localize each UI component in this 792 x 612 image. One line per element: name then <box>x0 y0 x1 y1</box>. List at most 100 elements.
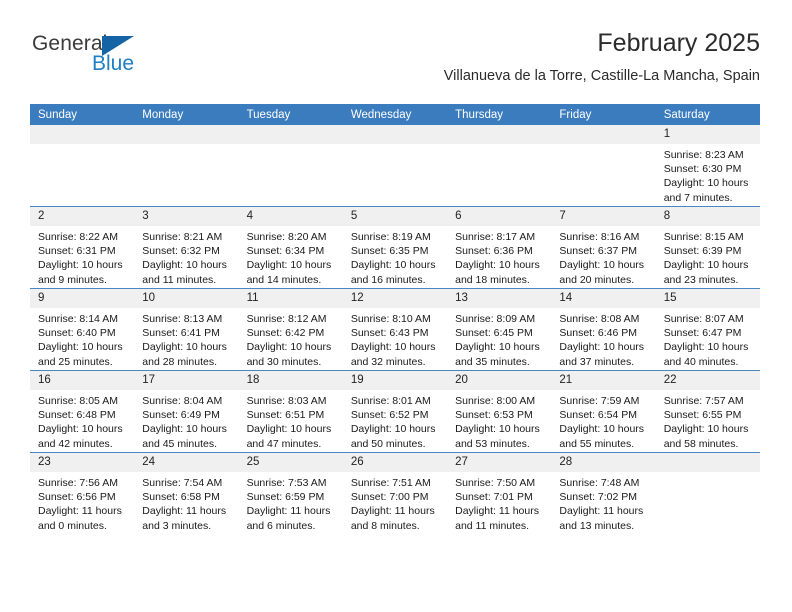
calendar-day-cell[interactable]: 8 Sunrise: 8:15 AM Sunset: 6:39 PM Daylight… <box>655 206 760 289</box>
daylight-text: Daylight: 10 hours and 20 minutes. <box>559 259 645 286</box>
calendar-day-cell[interactable]: 25 Sunrise: 7:53 AM Sunset: 6:59 PM Dayligh… <box>238 452 343 534</box>
sunrise-text: Sunrise: 7:56 AM <box>38 477 118 489</box>
sunrise-text: Sunrise: 8:20 AM <box>246 231 327 243</box>
sunrise-text: Sunrise: 8:23 AM <box>663 149 744 161</box>
calendar-day-cell[interactable]: 20 Sunrise: 8:00 AM Sunset: 6:53 PM Dayligh… <box>447 370 552 453</box>
brand-name-blue: Blue <box>92 52 135 75</box>
daylight-text: Daylight: 10 hours and 47 minutes. <box>246 423 332 450</box>
sunset-text: Sunset: 6:39 PM <box>663 245 742 258</box>
day-details: Sunrise: 8:22 AM Sunset: 6:31 PM Daylight:… <box>30 226 134 287</box>
sunrise-text: Sunrise: 7:59 AM <box>559 395 640 407</box>
calendar-day-cell[interactable]: 11 Sunrise: 8:12 AM Sunset: 6:42 PM Dayligh… <box>238 288 343 371</box>
calendar-day-cell[interactable]: 23 Sunrise: 7:56 AM Sunset: 6:56 PM Dayligh… <box>30 452 135 534</box>
sunrise-text: Sunrise: 8:08 AM <box>559 313 640 325</box>
calendar-day-cell[interactable]: 16 Sunrise: 8:05 AM Sunset: 6:48 PM Dayligh… <box>30 370 135 453</box>
weekday-header-sunday: Sunday <box>30 104 135 125</box>
day-number: 19 <box>342 371 448 390</box>
daylight-text: Daylight: 10 hours and 42 minutes. <box>38 423 123 450</box>
day-number: 1 <box>655 125 760 144</box>
calendar-day-cell[interactable]: 1 Sunrise: 8:23 AM Sunset: 6:30 PM Daylight… <box>655 125 760 207</box>
sunset-text: Sunset: 6:41 PM <box>142 327 220 340</box>
day-details: Sunrise: 7:50 AM Sunset: 7:01 PM Daylight:… <box>447 472 551 533</box>
sunset-text: Sunset: 6:59 PM <box>246 491 325 504</box>
calendar-day-cell[interactable]: 9 Sunrise: 8:14 AM Sunset: 6:40 PM Daylight… <box>30 288 135 371</box>
sunrise-text: Sunrise: 7:57 AM <box>663 395 744 407</box>
daylight-text: Daylight: 11 hours and 11 minutes. <box>455 505 539 532</box>
day-number: 15 <box>655 289 760 308</box>
calendar-day-cell[interactable]: 28 Sunrise: 7:48 AM Sunset: 7:02 PM Dayligh… <box>551 452 656 534</box>
calendar-day-cell[interactable]: 12 Sunrise: 8:10 AM Sunset: 6:43 PM Dayligh… <box>342 288 448 371</box>
daylight-text: Daylight: 11 hours and 13 minutes. <box>559 505 644 532</box>
day-details: Sunrise: 7:57 AM Sunset: 6:55 PM Daylight:… <box>656 390 760 451</box>
daylight-text: Daylight: 10 hours and 35 minutes. <box>455 341 540 368</box>
day-number <box>447 125 552 144</box>
sunrise-text: Sunrise: 7:50 AM <box>455 477 536 489</box>
sunrise-text: Sunrise: 8:17 AM <box>455 231 536 243</box>
sunset-text: Sunset: 6:42 PM <box>246 327 325 340</box>
page-subtitle: Villanueva de la Torre, Castille-La Manc… <box>443 68 760 84</box>
day-details: Sunrise: 8:16 AM Sunset: 6:37 PM Daylight:… <box>551 226 655 287</box>
daylight-text: Daylight: 11 hours and 6 minutes. <box>246 505 331 532</box>
calendar-week-row: 23 Sunrise: 7:56 AM Sunset: 6:56 PM Dayligh… <box>30 452 760 534</box>
sunrise-text: Sunrise: 8:00 AM <box>455 395 536 407</box>
daylight-text: Daylight: 10 hours and 25 minutes. <box>38 341 123 368</box>
weekday-header-friday: Friday <box>551 104 656 125</box>
calendar-day-cell[interactable]: 17 Sunrise: 8:04 AM Sunset: 6:49 PM Dayligh… <box>134 370 239 453</box>
day-number: 24 <box>134 453 239 472</box>
sunrise-sunset-calendar-table: Sunday Monday Tuesday Wednesday Thursday… <box>30 104 760 534</box>
day-number <box>30 125 135 144</box>
daylight-text: Daylight: 10 hours and 37 minutes. <box>559 341 645 368</box>
calendar-day-cell[interactable]: 14 Sunrise: 8:08 AM Sunset: 6:46 PM Dayligh… <box>551 288 656 371</box>
calendar-week-row: 2 Sunrise: 8:22 AM Sunset: 6:31 PM Daylight… <box>30 206 760 289</box>
calendar-day-cell[interactable]: 21 Sunrise: 7:59 AM Sunset: 6:54 PM Dayligh… <box>551 370 656 453</box>
sunrise-text: Sunrise: 7:53 AM <box>246 477 327 489</box>
sunrise-text: Sunrise: 8:13 AM <box>142 313 223 325</box>
day-number: 5 <box>342 207 448 226</box>
day-details: Sunrise: 8:01 AM Sunset: 6:52 PM Daylight:… <box>343 390 447 451</box>
calendar-day-cell[interactable]: 24 Sunrise: 7:54 AM Sunset: 6:58 PM Dayligh… <box>134 452 239 534</box>
calendar-day-cell[interactable]: 4 Sunrise: 8:20 AM Sunset: 6:34 PM Daylight… <box>238 206 343 289</box>
calendar-day-cell[interactable]: 6 Sunrise: 8:17 AM Sunset: 6:36 PM Daylight… <box>447 206 552 289</box>
calendar-day-cell[interactable]: 27 Sunrise: 7:50 AM Sunset: 7:01 PM Dayligh… <box>447 452 552 534</box>
calendar-day-cell[interactable]: 2 Sunrise: 8:22 AM Sunset: 6:31 PM Daylight… <box>30 206 135 289</box>
calendar-day-cell[interactable]: 7 Sunrise: 8:16 AM Sunset: 6:37 PM Daylight… <box>551 206 656 289</box>
calendar-week-row: 16 Sunrise: 8:05 AM Sunset: 6:48 PM Dayligh… <box>30 370 760 453</box>
title-block: February 2025 Villanueva de la Torre, Ca… <box>444 28 760 87</box>
sunrise-text: Sunrise: 7:48 AM <box>559 477 640 489</box>
weekday-header-saturday: Saturday <box>655 104 760 125</box>
calendar-day-cell[interactable]: 26 Sunrise: 7:51 AM Sunset: 7:00 PM Dayligh… <box>342 452 448 534</box>
sunrise-text: Sunrise: 7:51 AM <box>350 477 431 489</box>
calendar-day-cell[interactable]: 13 Sunrise: 8:09 AM Sunset: 6:45 PM Dayligh… <box>447 288 552 371</box>
sunrise-text: Sunrise: 8:03 AM <box>246 395 327 407</box>
calendar-day-cell[interactable]: 15 Sunrise: 8:07 AM Sunset: 6:47 PM Dayligh… <box>655 288 760 371</box>
day-details: Sunrise: 8:17 AM Sunset: 6:36 PM Daylight:… <box>447 226 551 287</box>
sunset-text: Sunset: 6:51 PM <box>246 409 325 422</box>
weekday-header-monday: Monday <box>134 104 239 125</box>
sunset-text: Sunset: 7:02 PM <box>559 491 638 504</box>
day-details: Sunrise: 7:53 AM Sunset: 6:59 PM Daylight:… <box>239 472 343 533</box>
day-number: 11 <box>238 289 343 308</box>
calendar-day-cell-empty <box>238 125 343 207</box>
daylight-text: Daylight: 10 hours and 50 minutes. <box>350 423 436 450</box>
day-details: Sunrise: 8:04 AM Sunset: 6:49 PM Daylight:… <box>134 390 238 451</box>
day-number: 20 <box>447 371 552 390</box>
sunset-text: Sunset: 6:45 PM <box>455 327 533 340</box>
brand-logo[interactable]: General Blue <box>30 32 260 88</box>
sunrise-text: Sunrise: 8:14 AM <box>38 313 118 325</box>
daylight-text: Daylight: 10 hours and 45 minutes. <box>142 423 227 450</box>
calendar-day-cell[interactable]: 10 Sunrise: 8:13 AM Sunset: 6:41 PM Dayligh… <box>134 288 239 371</box>
sunset-text: Sunset: 6:40 PM <box>38 327 116 340</box>
calendar-day-cell[interactable]: 18 Sunrise: 8:03 AM Sunset: 6:51 PM Dayligh… <box>238 370 343 453</box>
sunset-text: Sunset: 6:48 PM <box>38 409 116 422</box>
calendar-day-cell[interactable]: 22 Sunrise: 7:57 AM Sunset: 6:55 PM Dayligh… <box>655 370 760 453</box>
sunrise-text: Sunrise: 8:09 AM <box>455 313 536 325</box>
calendar-day-cell-empty <box>30 125 135 207</box>
calendar-day-cell[interactable]: 5 Sunrise: 8:19 AM Sunset: 6:35 PM Daylight… <box>342 206 448 289</box>
day-number <box>655 453 760 472</box>
sunset-text: Sunset: 6:37 PM <box>559 245 638 258</box>
daylight-text: Daylight: 11 hours and 8 minutes. <box>350 505 435 532</box>
calendar-day-cell[interactable]: 3 Sunrise: 8:21 AM Sunset: 6:32 PM Daylight… <box>134 206 239 289</box>
daylight-text: Daylight: 10 hours and 58 minutes. <box>663 423 749 450</box>
calendar-day-cell[interactable]: 19 Sunrise: 8:01 AM Sunset: 6:52 PM Dayligh… <box>342 370 448 453</box>
day-number: 9 <box>30 289 135 308</box>
